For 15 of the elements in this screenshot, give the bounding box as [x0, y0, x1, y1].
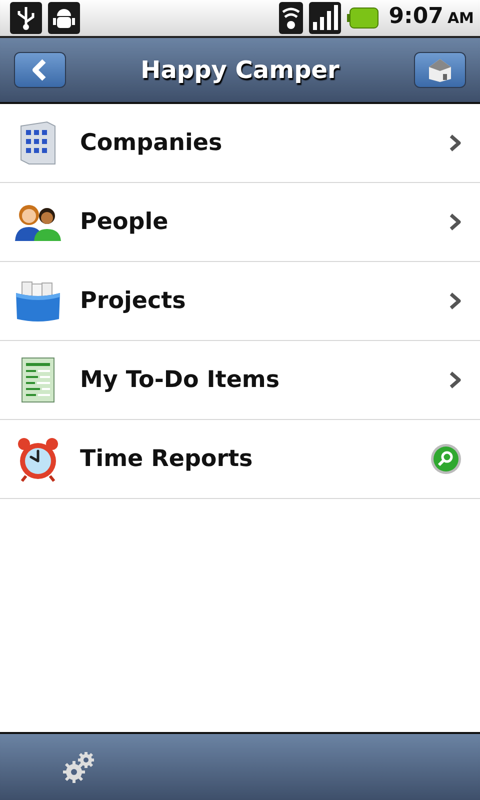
- house-icon: [427, 57, 453, 83]
- chevron-right-icon: [448, 370, 462, 390]
- home-button[interactable]: [414, 52, 466, 88]
- chevron-right-icon: [448, 291, 462, 311]
- status-time: 9:07: [388, 6, 444, 28]
- folder-icon: [14, 279, 62, 323]
- chevron-right-icon: [448, 212, 462, 232]
- back-button[interactable]: [14, 52, 66, 88]
- search-icon[interactable]: [430, 443, 462, 475]
- screen-title: Happy Camper: [140, 55, 340, 86]
- alarm-clock-icon: [16, 436, 60, 482]
- chevron-right-icon: [448, 133, 462, 153]
- battery-icon: [346, 7, 379, 29]
- status-meridiem: AM: [447, 8, 474, 30]
- settings-icon[interactable]: [62, 750, 96, 784]
